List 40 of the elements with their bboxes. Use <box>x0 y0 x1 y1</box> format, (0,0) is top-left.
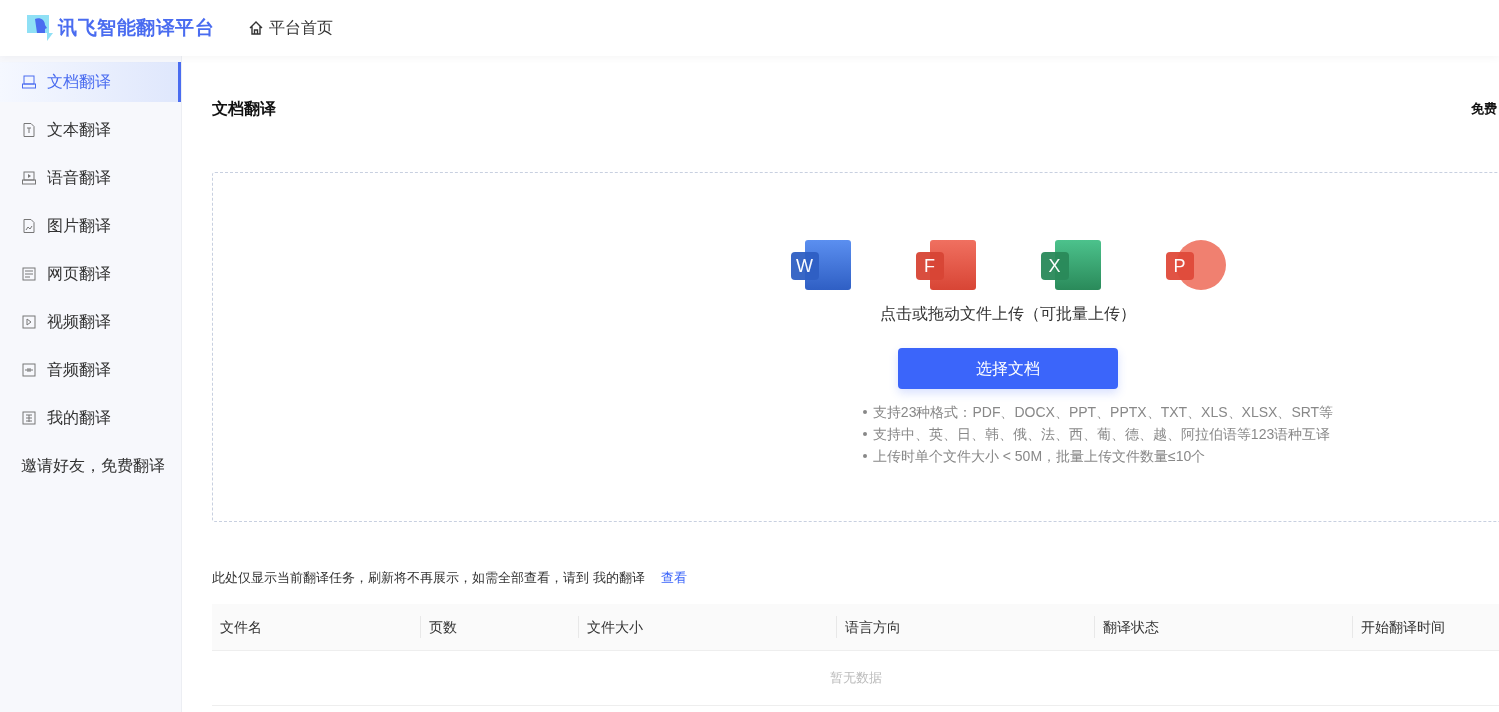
column-header: 语言方向 <box>844 617 901 637</box>
bullet-icon <box>862 410 867 414</box>
invite-link[interactable]: 邀请好友，免费翻译 <box>0 446 181 486</box>
empty-text: 暂无数据 <box>830 669 882 688</box>
view-link[interactable]: 查看 <box>660 568 687 588</box>
column-header: 文件大小 <box>586 617 643 637</box>
column-header: 翻译状态 <box>1102 617 1159 637</box>
document-icon <box>21 410 37 426</box>
format-note: 上传时单个文件大小 < 50M，批量上传文件数量≤10个 <box>872 447 1206 466</box>
logo-icon <box>25 13 55 43</box>
select-document-button[interactable]: 选择文档 <box>898 348 1118 389</box>
document-icon <box>21 314 37 330</box>
bullet-icon <box>862 454 867 458</box>
task-notice: 此处仅显示当前翻译任务，刷新将不再展示，如需全部查看，请到 我的翻译 <box>212 569 645 588</box>
sidebar-item[interactable]: 音频翻译 <box>0 350 181 390</box>
column-header: 开始翻译时间 <box>1360 617 1445 637</box>
sidebar-item[interactable]: 文本翻译 <box>0 110 181 150</box>
column-header: 页数 <box>428 617 457 637</box>
sidebar-item[interactable]: 网页翻译 <box>0 254 181 294</box>
column-header: 文件名 <box>219 617 262 637</box>
document-icon <box>21 74 37 90</box>
upload-area[interactable]: W F X P 点击或拖动文件上传（可批量上传） 选择文档 支持23种格式：PDF、DOCX、PPT、PPTX、TXT、XLS、XLSX、SRT等 支持中、英、日、韩、俄、法、西、葡、德、越、阿拉伯语等123语种互译 上传时单个文件大小 < 50M，批量上传文件数量≤10个 <box>212 172 1499 522</box>
document-icon <box>21 170 37 186</box>
free-label: 免费 <box>1471 100 1497 119</box>
sidebar-item[interactable]: 视频翻译 <box>0 302 181 342</box>
text-document-icon <box>21 122 37 138</box>
format-note: 支持23种格式：PDF、DOCX、PPT、PPTX、TXT、XLS、XLSX、SRT等 <box>872 403 1334 422</box>
document-icon <box>21 362 37 378</box>
sidebar-item[interactable]: 图片翻译 <box>0 206 181 246</box>
sidebar-item[interactable]: 语音翻译 <box>0 158 181 198</box>
sidebar-item[interactable]: 我的翻译 <box>0 398 181 438</box>
format-note: 支持中、英、日、韩、俄、法、西、葡、德、越、阿拉伯语等123语种互译 <box>872 425 1331 444</box>
home-link[interactable]: 平台首页 <box>248 16 333 40</box>
document-icon <box>21 218 37 234</box>
home-icon <box>248 20 264 36</box>
logo-text: 讯飞智能翻译平台 <box>58 15 214 40</box>
page-title: 文档翻译 <box>212 99 276 119</box>
upload-hint: 点击或拖动文件上传（可批量上传） <box>880 304 1136 324</box>
document-icon <box>21 266 37 282</box>
bullet-icon <box>862 432 867 436</box>
